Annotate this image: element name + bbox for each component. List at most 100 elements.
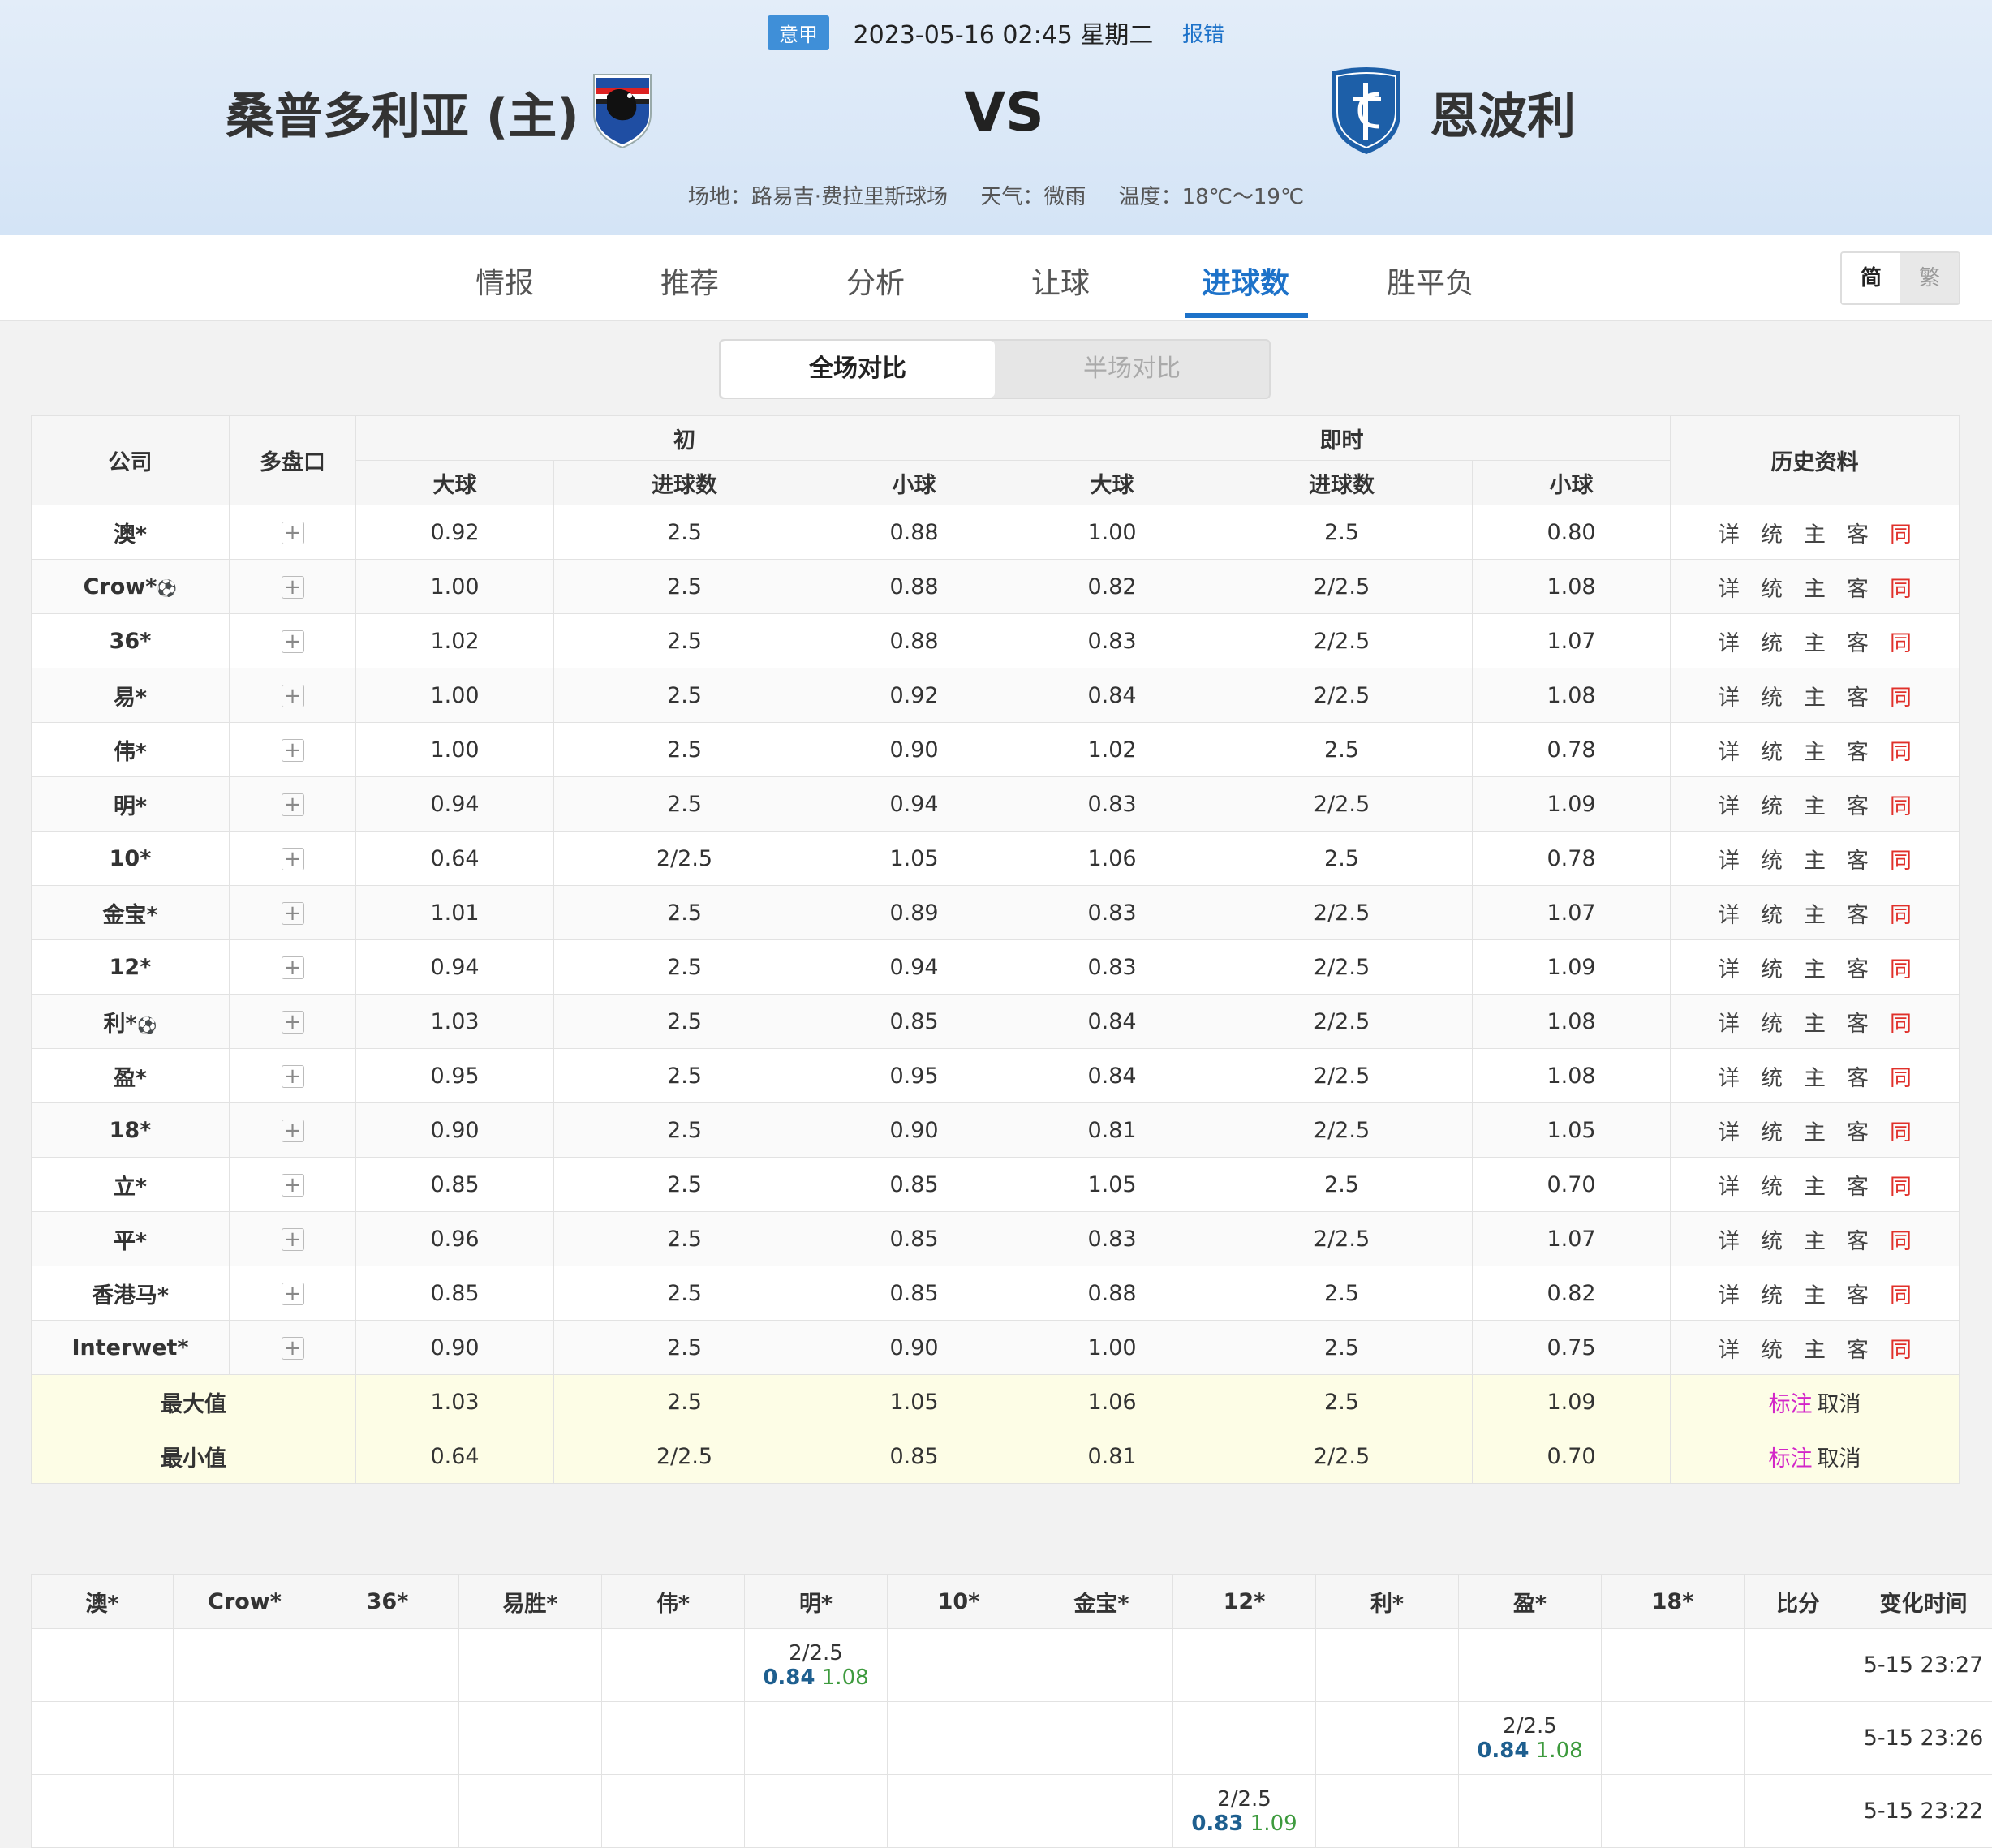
away-link[interactable]: 客 (1847, 1120, 1869, 1145)
home-link[interactable]: 主 (1804, 1175, 1826, 1200)
same-link[interactable]: 同 (1890, 1066, 1912, 1091)
detail-link[interactable]: 详 (1718, 794, 1740, 819)
home-link[interactable]: 主 (1804, 1283, 1826, 1309)
same-link[interactable]: 同 (1890, 957, 1912, 982)
company-cell[interactable]: 澳* (32, 505, 230, 560)
stats-link[interactable]: 统 (1761, 1229, 1783, 1254)
stats-link[interactable]: 统 (1761, 1283, 1783, 1309)
away-team-name[interactable]: 恩波利 (1430, 77, 1576, 148)
company-name[interactable]: 盈* (114, 1066, 147, 1091)
report-error-link[interactable]: 报错 (1182, 23, 1224, 47)
detail-link[interactable]: 详 (1718, 1066, 1740, 1091)
company-name[interactable]: 10* (110, 846, 152, 871)
detail-link[interactable]: 详 (1718, 631, 1740, 656)
home-link[interactable]: 主 (1804, 1120, 1826, 1145)
stats-link[interactable]: 统 (1761, 1338, 1783, 1363)
detail-link[interactable]: 详 (1718, 522, 1740, 548)
cancel-link[interactable]: 取消 (1818, 1392, 1861, 1417)
simplified-chinese-button[interactable]: 简 (1842, 253, 1900, 303)
company-name[interactable]: Crow* (84, 574, 157, 600)
same-link[interactable]: 同 (1890, 1012, 1912, 1037)
company-cell[interactable]: 12* (32, 940, 230, 995)
away-link[interactable]: 客 (1847, 740, 1869, 765)
away-link[interactable]: 客 (1847, 849, 1869, 874)
away-link[interactable]: 客 (1847, 522, 1869, 548)
home-team-name[interactable]: 桑普多利亚 (主) (226, 77, 579, 148)
detail-link[interactable]: 详 (1718, 849, 1740, 874)
same-link[interactable]: 同 (1890, 1175, 1912, 1200)
tab-handicap[interactable]: 让球 (1000, 260, 1121, 302)
expand-plus-icon[interactable]: + (282, 1174, 304, 1197)
stats-link[interactable]: 统 (1761, 631, 1783, 656)
detail-link[interactable]: 详 (1718, 1229, 1740, 1254)
company-name[interactable]: 利* (103, 1012, 136, 1037)
home-team-crest-icon[interactable] (591, 71, 654, 149)
away-link[interactable]: 客 (1847, 794, 1869, 819)
home-link[interactable]: 主 (1804, 794, 1826, 819)
detail-link[interactable]: 详 (1718, 577, 1740, 602)
half-match-tab[interactable]: 半场对比 (995, 341, 1269, 398)
same-link[interactable]: 同 (1890, 740, 1912, 765)
company-cell[interactable]: 利*⚽ (32, 995, 230, 1049)
away-link[interactable]: 客 (1847, 1229, 1869, 1254)
expand-plus-icon[interactable]: + (282, 576, 304, 599)
company-cell[interactable]: 金宝* (32, 886, 230, 940)
company-cell[interactable]: 伟* (32, 723, 230, 777)
expand-plus-icon[interactable]: + (282, 1337, 304, 1360)
same-link[interactable]: 同 (1890, 1229, 1912, 1254)
stats-link[interactable]: 统 (1761, 849, 1783, 874)
away-link[interactable]: 客 (1847, 577, 1869, 602)
same-link[interactable]: 同 (1890, 1283, 1912, 1309)
company-cell[interactable]: 36* (32, 614, 230, 668)
expand-plus-icon[interactable]: + (282, 1065, 304, 1088)
home-link[interactable]: 主 (1804, 631, 1826, 656)
home-link[interactable]: 主 (1804, 903, 1826, 928)
expand-plus-icon[interactable]: + (282, 956, 304, 979)
same-link[interactable]: 同 (1890, 631, 1912, 656)
expand-plus-icon[interactable]: + (282, 1283, 304, 1305)
expand-plus-icon[interactable]: + (282, 685, 304, 707)
company-name[interactable]: 易* (114, 685, 147, 711)
home-link[interactable]: 主 (1804, 1066, 1826, 1091)
expand-plus-icon[interactable]: + (282, 1120, 304, 1142)
company-name[interactable]: 伟* (114, 740, 147, 765)
stats-link[interactable]: 统 (1761, 522, 1783, 548)
detail-link[interactable]: 详 (1718, 957, 1740, 982)
expand-plus-icon[interactable]: + (282, 1011, 304, 1034)
away-link[interactable]: 客 (1847, 1066, 1869, 1091)
home-link[interactable]: 主 (1804, 740, 1826, 765)
away-link[interactable]: 客 (1847, 1175, 1869, 1200)
expand-plus-icon[interactable]: + (282, 848, 304, 870)
same-link[interactable]: 同 (1890, 522, 1912, 548)
detail-link[interactable]: 详 (1718, 1338, 1740, 1363)
company-cell[interactable]: 易* (32, 668, 230, 723)
home-link[interactable]: 主 (1804, 577, 1826, 602)
home-link[interactable]: 主 (1804, 1229, 1826, 1254)
full-match-tab[interactable]: 全场对比 (721, 341, 995, 398)
same-link[interactable]: 同 (1890, 903, 1912, 928)
detail-link[interactable]: 详 (1718, 1012, 1740, 1037)
stats-link[interactable]: 统 (1761, 577, 1783, 602)
detail-link[interactable]: 详 (1718, 1120, 1740, 1145)
same-link[interactable]: 同 (1890, 577, 1912, 602)
tab-total-goals[interactable]: 进球数 (1185, 260, 1306, 302)
expand-plus-icon[interactable]: + (282, 630, 304, 653)
home-link[interactable]: 主 (1804, 1012, 1826, 1037)
company-name[interactable]: Interwet* (71, 1335, 188, 1360)
away-link[interactable]: 客 (1847, 903, 1869, 928)
tab-recommend[interactable]: 推荐 (629, 260, 751, 302)
detail-link[interactable]: 详 (1718, 1175, 1740, 1200)
expand-plus-icon[interactable]: + (282, 522, 304, 544)
mark-link[interactable]: 标注 (1769, 1392, 1813, 1417)
stats-link[interactable]: 统 (1761, 794, 1783, 819)
home-link[interactable]: 主 (1804, 849, 1826, 874)
company-cell[interactable]: 明* (32, 777, 230, 832)
company-name[interactable]: 18* (110, 1118, 152, 1143)
stats-link[interactable]: 统 (1761, 903, 1783, 928)
company-cell[interactable]: 平* (32, 1212, 230, 1266)
home-link[interactable]: 主 (1804, 522, 1826, 548)
detail-link[interactable]: 详 (1718, 685, 1740, 711)
detail-link[interactable]: 详 (1718, 740, 1740, 765)
detail-link[interactable]: 详 (1718, 1283, 1740, 1309)
away-link[interactable]: 客 (1847, 631, 1869, 656)
